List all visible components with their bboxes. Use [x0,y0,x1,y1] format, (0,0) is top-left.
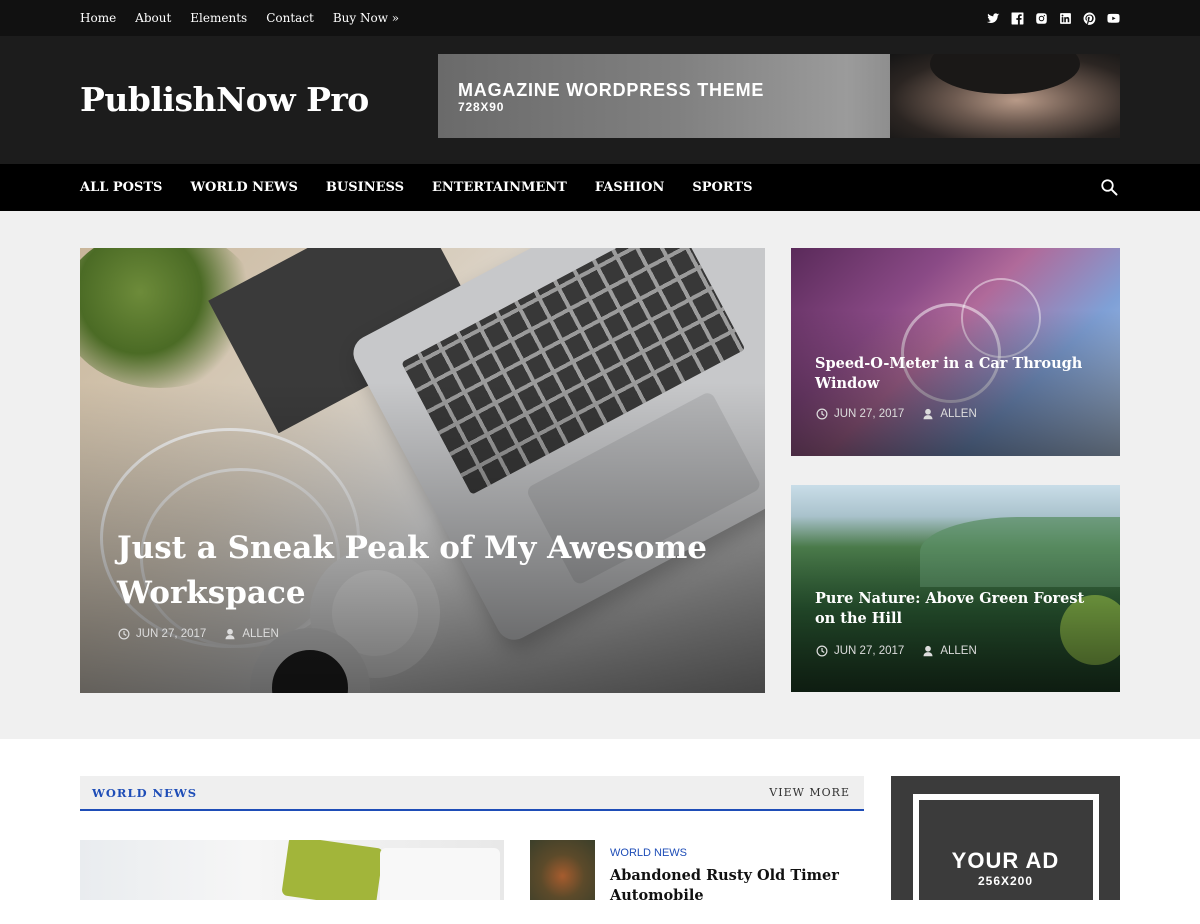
clock-icon [118,628,130,640]
banner-line2: 728X90 [458,100,505,114]
banner-line1: MAGAZINE WORDPRESS THEME [458,80,765,100]
top-nav-elements[interactable]: Elements [190,11,247,25]
clock-icon [816,408,828,420]
world-news-lead-thumbnail[interactable] [80,840,504,900]
header-ad-banner[interactable]: MAGAZINE WORDPRESS THEME 728X90 [438,54,1120,138]
pinterest-icon[interactable] [1083,12,1096,25]
nav-fashion[interactable]: FASHION [595,180,665,195]
post-title[interactable]: Abandoned Rusty Old Timer Automobile [610,866,850,906]
post-author: ALLEN [922,645,977,657]
post-meta: JUN 27, 2017 ALLEN [816,408,977,420]
post-author-text[interactable]: ALLEN [940,645,976,657]
site-header: PublishNow Pro MAGAZINE WORDPRESS THEME … [0,36,1200,164]
main-nav: ALL POSTS WORLD NEWS BUSINESS ENTERTAINM… [0,164,1200,211]
featured-side-card-2[interactable]: Pure Nature: Above Green Forest on the H… [791,485,1120,692]
facebook-icon[interactable] [1011,12,1024,25]
nav-business[interactable]: BUSINESS [326,180,404,195]
section-title[interactable]: WORLD NEWS [92,786,197,800]
top-nav-contact[interactable]: Contact [266,11,314,25]
sidebar-ad[interactable]: YOUR AD 256X200 [891,776,1120,924]
featured-section: Just a Sneak Peak of My Awesome Workspac… [0,211,1200,739]
post-author: ALLEN [224,628,279,640]
post-meta: JUN 27, 2017 ALLEN [816,645,977,657]
search-icon[interactable] [1100,178,1118,196]
thumb-photo-pillow-2 [380,848,500,900]
ad-line1: YOUR AD [951,848,1060,873]
featured-main-card[interactable]: Just a Sneak Peak of My Awesome Workspac… [80,248,765,693]
nav-all-posts[interactable]: ALL POSTS [80,180,162,195]
featured-main-title[interactable]: Just a Sneak Peak of My Awesome Workspac… [117,526,717,616]
instagram-icon[interactable] [1035,12,1048,25]
nav-sports[interactable]: SPORTS [692,180,752,195]
top-bar: Home About Elements Contact Buy Now » [0,0,1200,36]
linkedin-icon[interactable] [1059,12,1072,25]
featured-side-card-1[interactable]: Speed-O-Meter in a Car Through Window JU… [791,248,1120,456]
site-title[interactable]: PublishNow Pro [80,80,369,119]
post-date: JUN 27, 2017 [816,408,904,420]
post-meta: JUN 27, 2017 ALLEN [118,628,279,640]
user-icon [923,408,933,420]
youtube-icon[interactable] [1107,12,1120,25]
post-date-text: JUN 27, 2017 [834,408,905,420]
post-category[interactable]: WORLD NEWS [610,847,687,859]
top-nav-about[interactable]: About [135,11,171,25]
top-nav-home[interactable]: Home [80,11,116,25]
ad-line2: 256X200 [977,874,1034,888]
post-date: JUN 27, 2017 [118,628,206,640]
clock-icon [816,645,828,657]
post-date: JUN 27, 2017 [816,645,904,657]
nav-entertainment[interactable]: ENTERTAINMENT [432,180,567,195]
featured-side-title-1[interactable]: Speed-O-Meter in a Car Through Window [815,354,1105,394]
post-date-text: JUN 27, 2017 [834,645,905,657]
user-icon [923,645,933,657]
user-icon [225,628,235,640]
post-author-text[interactable]: ALLEN [940,408,976,420]
nav-world-news[interactable]: WORLD NEWS [190,180,297,195]
post-thumbnail[interactable] [530,840,595,900]
post-author: ALLEN [922,408,977,420]
world-news-section-header: WORLD NEWS VIEW MORE [80,776,864,811]
featured-side-title-2[interactable]: Pure Nature: Above Green Forest on the H… [815,589,1105,629]
twitter-icon[interactable] [987,12,1000,25]
thumb-photo-pillow [281,840,384,900]
main-nav-links: ALL POSTS WORLD NEWS BUSINESS ENTERTAINM… [80,164,752,211]
view-more-link[interactable]: VIEW MORE [769,786,850,799]
social-links [987,0,1120,36]
post-author-text[interactable]: ALLEN [242,628,278,640]
top-nav-buy-now[interactable]: Buy Now » [333,11,399,25]
top-nav: Home About Elements Contact Buy Now » [80,0,399,36]
post-date-text: JUN 27, 2017 [136,628,207,640]
